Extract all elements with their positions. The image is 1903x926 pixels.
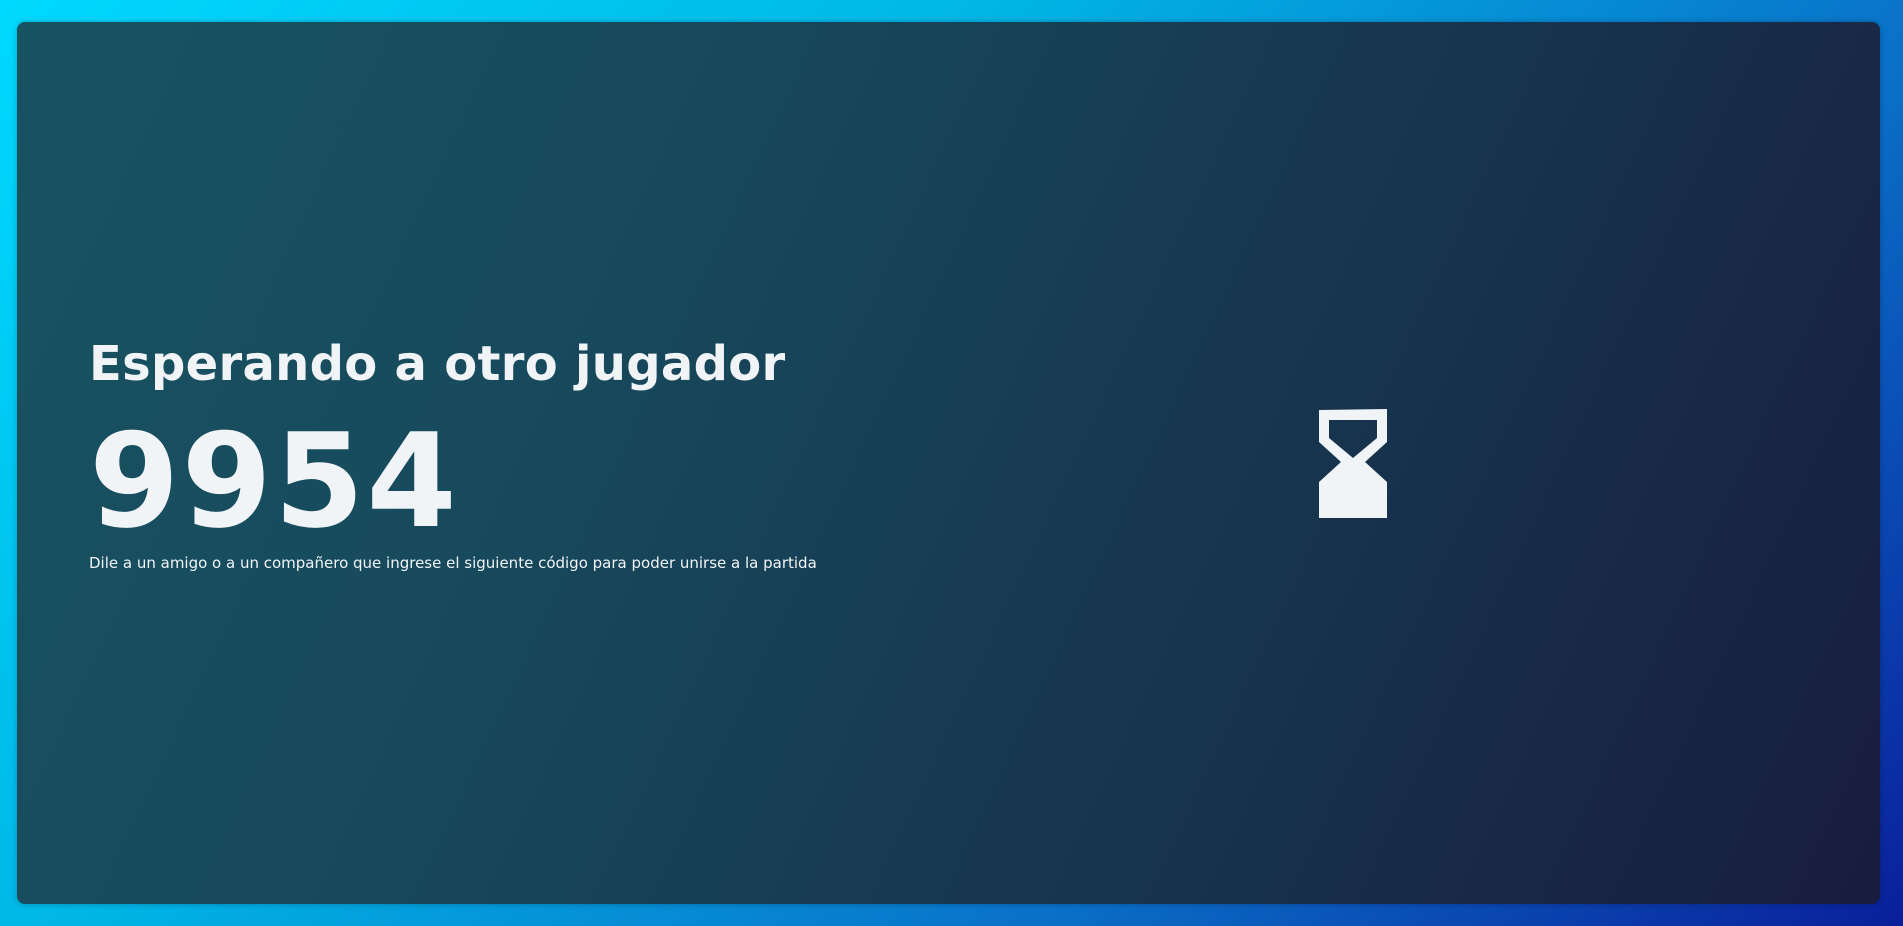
code-instructions: Dile a un amigo o a un compañero que ing…: [89, 554, 817, 572]
waiting-card: Esperando a otro jugador 9954 Dile a un …: [17, 22, 1880, 904]
waiting-info: Esperando a otro jugador 9954 Dile a un …: [89, 340, 989, 572]
hourglass-icon: [1319, 409, 1387, 518]
waiting-title: Esperando a otro jugador: [89, 336, 786, 392]
game-code: 9954: [89, 405, 459, 557]
